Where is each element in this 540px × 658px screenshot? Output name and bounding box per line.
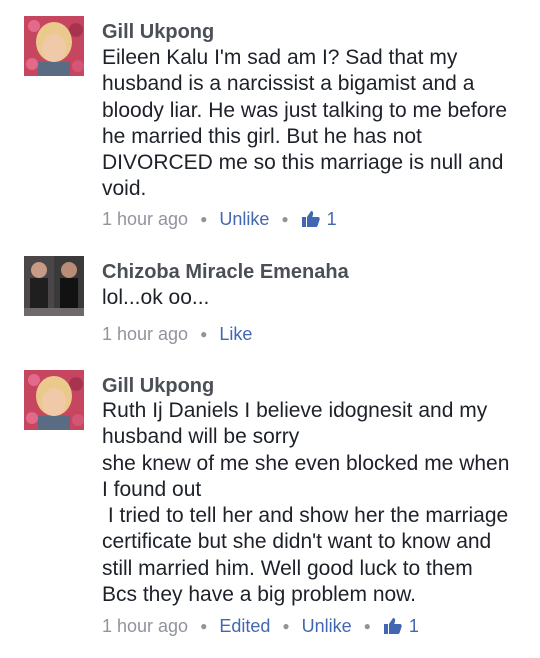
comment-line: DIVORCED me so this marriage is null and	[102, 151, 504, 175]
timestamp[interactable]: 1 hour ago	[102, 323, 188, 345]
avatar[interactable]	[24, 16, 84, 76]
unlike-button[interactable]: Unlike	[302, 615, 352, 637]
like-count[interactable]: 1	[327, 208, 337, 230]
comment-line: I found out	[102, 477, 202, 501]
comment-line: husband will be sorry	[102, 425, 300, 449]
dot-separator: ●	[282, 619, 290, 633]
comment-line: Ruth Ij Daniels I believe idognesit and …	[102, 399, 488, 422]
thumbs-up-icon[interactable]	[383, 617, 403, 635]
thumbs-up-icon[interactable]	[301, 210, 321, 228]
comment-meta: 1 hour ago ● Unlike ● 1	[102, 208, 337, 230]
like-count[interactable]: 1	[409, 615, 419, 637]
edited-link[interactable]: Edited	[219, 615, 270, 637]
comment-line: lol...ok oo...	[102, 286, 210, 309]
comment-line: he married this girl. But he has not	[102, 124, 422, 148]
avatar-image	[24, 256, 84, 316]
comment-author[interactable]: Gill Ukpong	[102, 374, 214, 398]
comment-line: still married him. Well good luck to the…	[102, 556, 473, 580]
comment-line: Bcs they have a big problem now.	[102, 583, 417, 607]
unlike-button[interactable]: Unlike	[219, 208, 269, 230]
comment-author[interactable]: Gill Ukpong	[102, 20, 214, 44]
avatar[interactable]	[24, 256, 84, 316]
dot-separator: ●	[363, 619, 371, 633]
comment-line: void.	[102, 177, 147, 201]
comment-line: husband is a narcissist a bigamist and a	[102, 72, 475, 96]
comment-line: bloody liar. He was just talking to me b…	[102, 98, 508, 122]
comment-line: I tried to tell her and show her the mar…	[102, 504, 509, 528]
like-button[interactable]: Like	[219, 323, 252, 345]
comment-line: Eileen Kalu I'm sad am I? Sad that my	[102, 46, 458, 69]
dot-separator: ●	[281, 212, 289, 226]
comment-line: she knew of me she even blocked me when	[102, 451, 510, 475]
comment-line: certificate but she didn't want to know …	[102, 530, 492, 554]
comment-text: lol...ok oo...	[102, 285, 532, 311]
comment-meta: 1 hour ago ● Like	[102, 323, 252, 345]
dot-separator: ●	[200, 212, 208, 226]
dot-separator: ●	[200, 327, 208, 341]
comment-text: Ruth Ij Daniels I believe idognesit and …	[102, 398, 532, 608]
comment-author[interactable]: Chizoba Miracle Emenaha	[102, 260, 349, 284]
dot-separator: ●	[200, 619, 208, 633]
avatar[interactable]	[24, 370, 84, 430]
timestamp[interactable]: 1 hour ago	[102, 208, 188, 230]
avatar-image	[24, 370, 84, 430]
comment-text: Eileen Kalu I'm sad am I? Sad that my hu…	[102, 45, 532, 203]
timestamp[interactable]: 1 hour ago	[102, 615, 188, 637]
comment-meta: 1 hour ago ● Edited ● Unlike ● 1	[102, 615, 419, 637]
avatar-image	[24, 16, 84, 76]
